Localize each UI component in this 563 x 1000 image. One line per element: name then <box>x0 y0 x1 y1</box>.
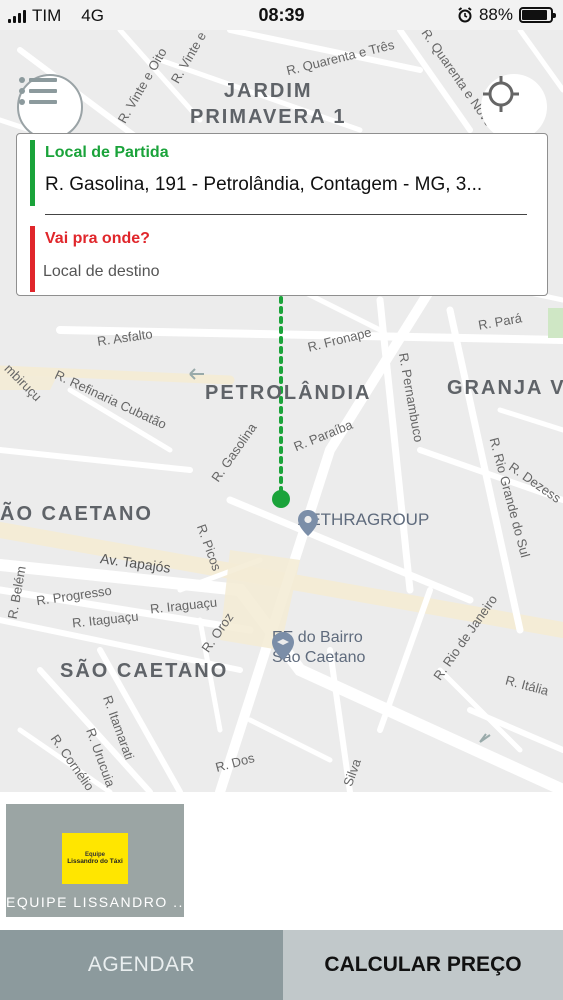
team-card[interactable]: Equipe Lissandro do Táxi EQUIPE LISSANDR… <box>6 804 190 917</box>
origin-indicator <box>30 140 35 206</box>
destination-title: Vai pra onde? <box>45 230 150 247</box>
area-label-sao-caetano-upper: ÃO CAETANO <box>0 503 153 525</box>
status-bar: TIM 4G 08:39 88% <box>0 0 563 30</box>
team-logo: Equipe Lissandro do Táxi <box>62 833 128 884</box>
battery-icon <box>519 7 556 23</box>
crosshair-icon <box>483 76 519 112</box>
origin-marker[interactable] <box>272 490 290 508</box>
address-card: Local de Partida R. Gasolina, 191 - Petr… <box>16 133 548 296</box>
action-bar: AGENDAR CALCULAR PREÇO <box>0 930 563 1000</box>
battery-percent: 88% <box>478 5 513 24</box>
poi-aethragroup[interactable]: AETHRAGROUP <box>298 510 429 536</box>
place-pin-icon <box>298 510 318 536</box>
destination-indicator <box>30 226 35 292</box>
schedule-button[interactable]: AGENDAR <box>0 930 283 1000</box>
locate-me-button[interactable] <box>481 74 547 140</box>
origin-address-field[interactable]: R. Gasolina, 191 - Petrolândia, Contagem… <box>45 174 541 196</box>
logo-line: Equipe <box>84 851 105 858</box>
school-pin-icon <box>272 632 294 660</box>
divider <box>45 214 527 215</box>
area-label-sao-caetano: SÃO CAETANO <box>60 660 229 682</box>
alarm-icon <box>458 7 472 23</box>
logo-line: Lissandro do Táxi <box>67 858 123 866</box>
area-label-granja: GRANJA V <box>447 377 563 399</box>
team-name: EQUIPE LISSANDRO ... <box>6 894 190 910</box>
origin-title: Local de Partida <box>45 144 169 161</box>
destination-input[interactable] <box>43 260 523 284</box>
area-label-jardim-primavera: JARDIM PRIMAVERA 1 <box>190 80 347 128</box>
team-panel: Equipe Lissandro do Táxi EQUIPE LISSANDR… <box>0 792 563 930</box>
area-label-petrolandia: PETROLÂNDIA <box>205 382 372 404</box>
menu-button[interactable] <box>17 74 83 140</box>
menu-list-icon <box>19 77 57 105</box>
poi-school[interactable]: EE do Bairro São Caetano <box>272 628 365 668</box>
calculate-price-button[interactable]: CALCULAR PREÇO <box>283 930 563 1000</box>
